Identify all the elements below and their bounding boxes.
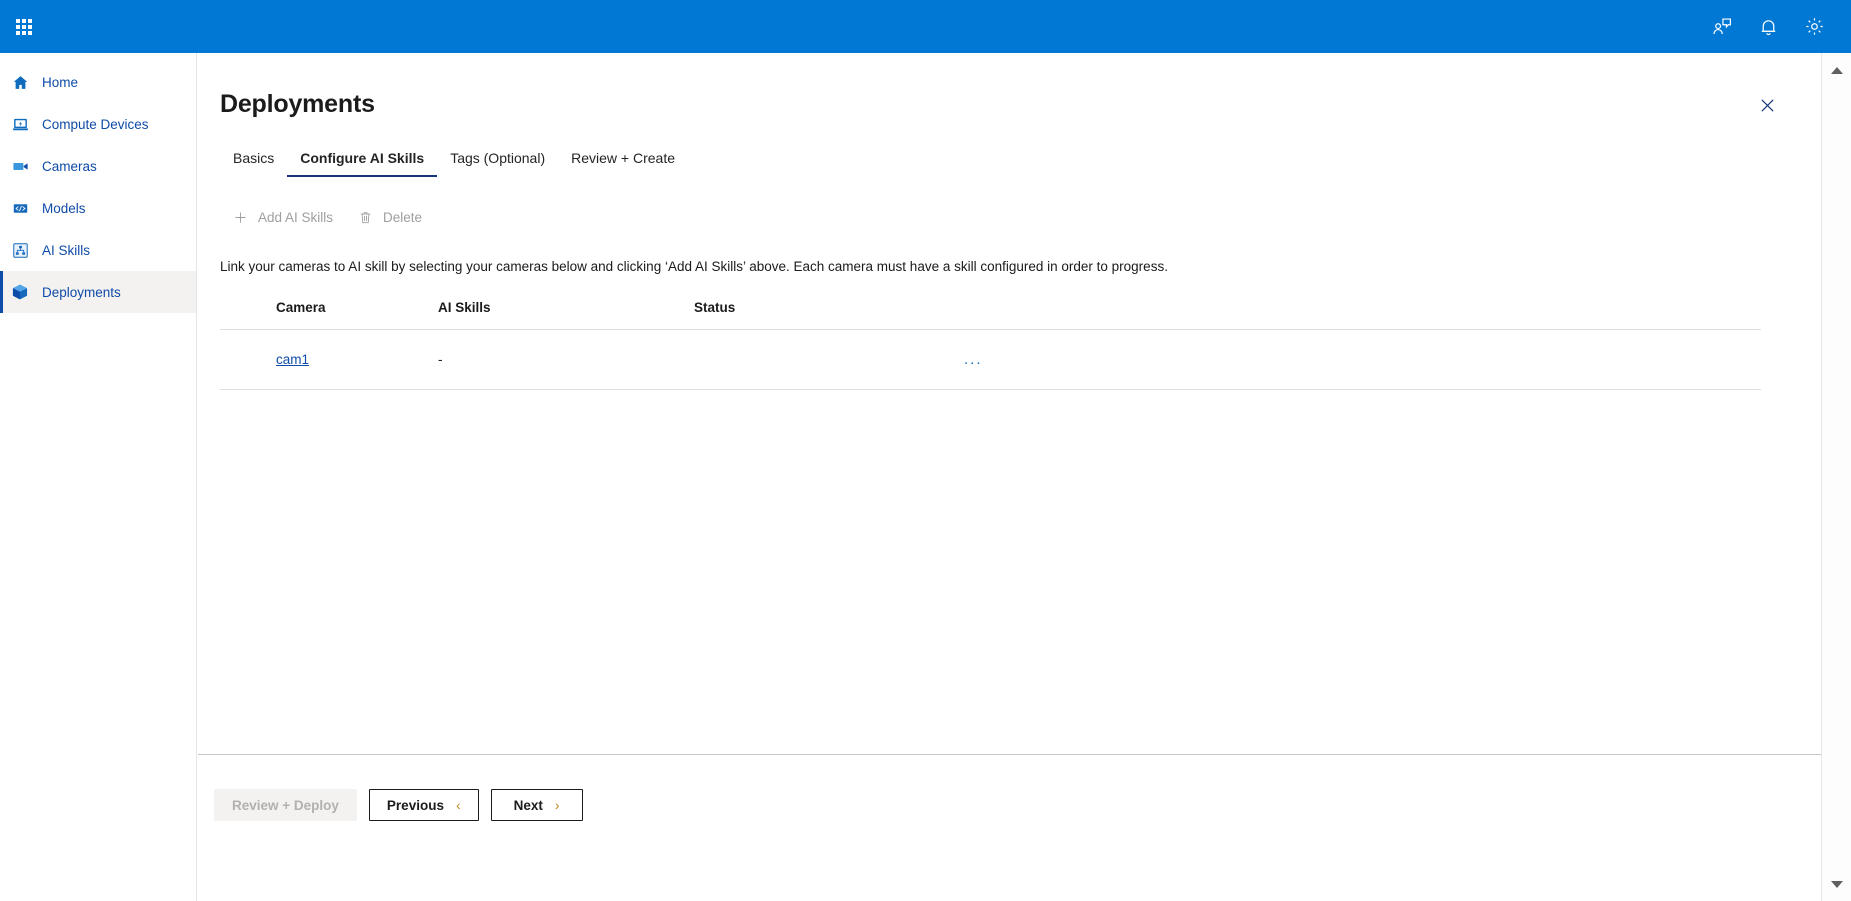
previous-button[interactable]: Previous ‹ bbox=[368, 789, 479, 821]
plus-icon bbox=[232, 209, 249, 226]
page-scrollbar[interactable] bbox=[1821, 53, 1851, 901]
sidebar-item-cameras[interactable]: Cameras bbox=[0, 145, 196, 187]
table-header-row: Camera AI Skills Status bbox=[220, 300, 1761, 330]
add-ai-skills-label: Add AI Skills bbox=[258, 210, 334, 225]
cell-ai-skills: - bbox=[438, 329, 694, 390]
tab-review-create[interactable]: Review + Create bbox=[558, 144, 688, 177]
table-row[interactable]: cam1 - ... bbox=[220, 329, 1761, 390]
add-ai-skills-button[interactable]: Add AI Skills bbox=[222, 203, 343, 232]
next-button[interactable]: Next › bbox=[490, 789, 583, 821]
tab-label: Basics bbox=[233, 150, 275, 166]
sidebar-item-home[interactable]: Home bbox=[0, 61, 196, 103]
waffle-grid-icon bbox=[16, 18, 32, 35]
column-header-select bbox=[220, 300, 276, 330]
video-camera-icon bbox=[11, 157, 29, 175]
settings-gear-icon[interactable] bbox=[1791, 0, 1837, 53]
trash-icon bbox=[357, 209, 374, 226]
column-header-ai-skills: AI Skills bbox=[438, 300, 694, 330]
sidebar-item-label: Compute Devices bbox=[42, 116, 149, 132]
footer-buttons: Review + Deploy Previous ‹ Next › bbox=[198, 755, 1821, 821]
scroll-down-arrow-icon[interactable] bbox=[1822, 871, 1851, 897]
code-model-icon bbox=[11, 199, 29, 217]
column-header-spacer bbox=[1084, 300, 1761, 330]
main-panel: Deployments Basics Configure AI Skills T… bbox=[198, 53, 1821, 901]
sidebar-item-label: Models bbox=[42, 200, 86, 216]
sitemap-skills-icon bbox=[11, 241, 29, 259]
tab-label: Review + Create bbox=[571, 150, 676, 166]
page-title: Deployments bbox=[220, 90, 375, 118]
column-header-actions bbox=[964, 300, 1084, 330]
top-bar-actions bbox=[1699, 0, 1851, 53]
wizard-tabs: Basics Configure AI Skills Tags (Optiona… bbox=[220, 144, 1821, 177]
cell-status bbox=[694, 329, 964, 390]
column-header-camera: Camera bbox=[276, 300, 438, 330]
notification-bell-icon[interactable] bbox=[1745, 0, 1791, 53]
tab-tags-optional[interactable]: Tags (Optional) bbox=[437, 144, 558, 177]
next-label: Next bbox=[513, 797, 543, 813]
sidebar-item-models[interactable]: Models bbox=[0, 187, 196, 229]
sidebar-item-compute-devices[interactable]: Compute Devices bbox=[0, 103, 196, 145]
package-cube-icon bbox=[11, 283, 29, 301]
feedback-icon[interactable] bbox=[1699, 0, 1745, 53]
left-navigation: Home Compute Devices Cameras Models AI S… bbox=[0, 53, 197, 901]
home-icon bbox=[11, 73, 29, 91]
page-header: Deployments bbox=[198, 53, 1821, 119]
sidebar-item-deployments[interactable]: Deployments bbox=[0, 271, 196, 313]
review-deploy-label: Review + Deploy bbox=[232, 797, 339, 813]
instruction-text: Link your cameras to AI skill by selecti… bbox=[220, 259, 1168, 274]
row-select-cell[interactable] bbox=[220, 329, 276, 390]
app-launcher-button[interactable] bbox=[0, 0, 48, 53]
row-overflow-menu-button[interactable]: ... bbox=[964, 352, 983, 367]
table-head: Camera AI Skills Status bbox=[220, 300, 1761, 330]
camera-link[interactable]: cam1 bbox=[276, 352, 309, 367]
close-icon[interactable] bbox=[1751, 89, 1783, 121]
cameras-table: Camera AI Skills Status cam1 - ... bbox=[220, 300, 1761, 390]
tab-label: Tags (Optional) bbox=[450, 150, 546, 166]
tab-configure-ai-skills[interactable]: Configure AI Skills bbox=[287, 144, 438, 177]
tab-label: Configure AI Skills bbox=[300, 150, 425, 166]
sidebar-item-label: AI Skills bbox=[42, 242, 91, 258]
column-header-status: Status bbox=[694, 300, 964, 330]
cell-camera: cam1 bbox=[276, 329, 438, 390]
sidebar-item-label: Home bbox=[42, 74, 79, 90]
review-deploy-button[interactable]: Review + Deploy bbox=[214, 789, 357, 821]
cameras-table-container: Camera AI Skills Status cam1 - ... bbox=[220, 300, 1799, 390]
chevron-left-icon: ‹ bbox=[455, 797, 461, 813]
wizard-footer: Review + Deploy Previous ‹ Next › bbox=[198, 754, 1821, 901]
top-app-bar bbox=[0, 0, 1851, 53]
cell-actions: ... bbox=[964, 329, 1084, 390]
cell-spacer bbox=[1084, 329, 1761, 390]
table-body: cam1 - ... bbox=[220, 329, 1761, 390]
chevron-right-icon: › bbox=[554, 797, 560, 813]
scroll-up-arrow-icon[interactable] bbox=[1822, 57, 1851, 83]
compute-device-icon bbox=[11, 115, 29, 133]
sidebar-item-ai-skills[interactable]: AI Skills bbox=[0, 229, 196, 271]
previous-label: Previous bbox=[386, 797, 444, 813]
command-bar: Add AI Skills Delete bbox=[222, 203, 1821, 232]
delete-button[interactable]: Delete bbox=[347, 203, 432, 232]
sidebar-item-label: Deployments bbox=[42, 284, 121, 300]
sidebar-item-label: Cameras bbox=[42, 158, 97, 174]
tab-basics[interactable]: Basics bbox=[220, 144, 287, 177]
delete-label: Delete bbox=[383, 210, 423, 225]
